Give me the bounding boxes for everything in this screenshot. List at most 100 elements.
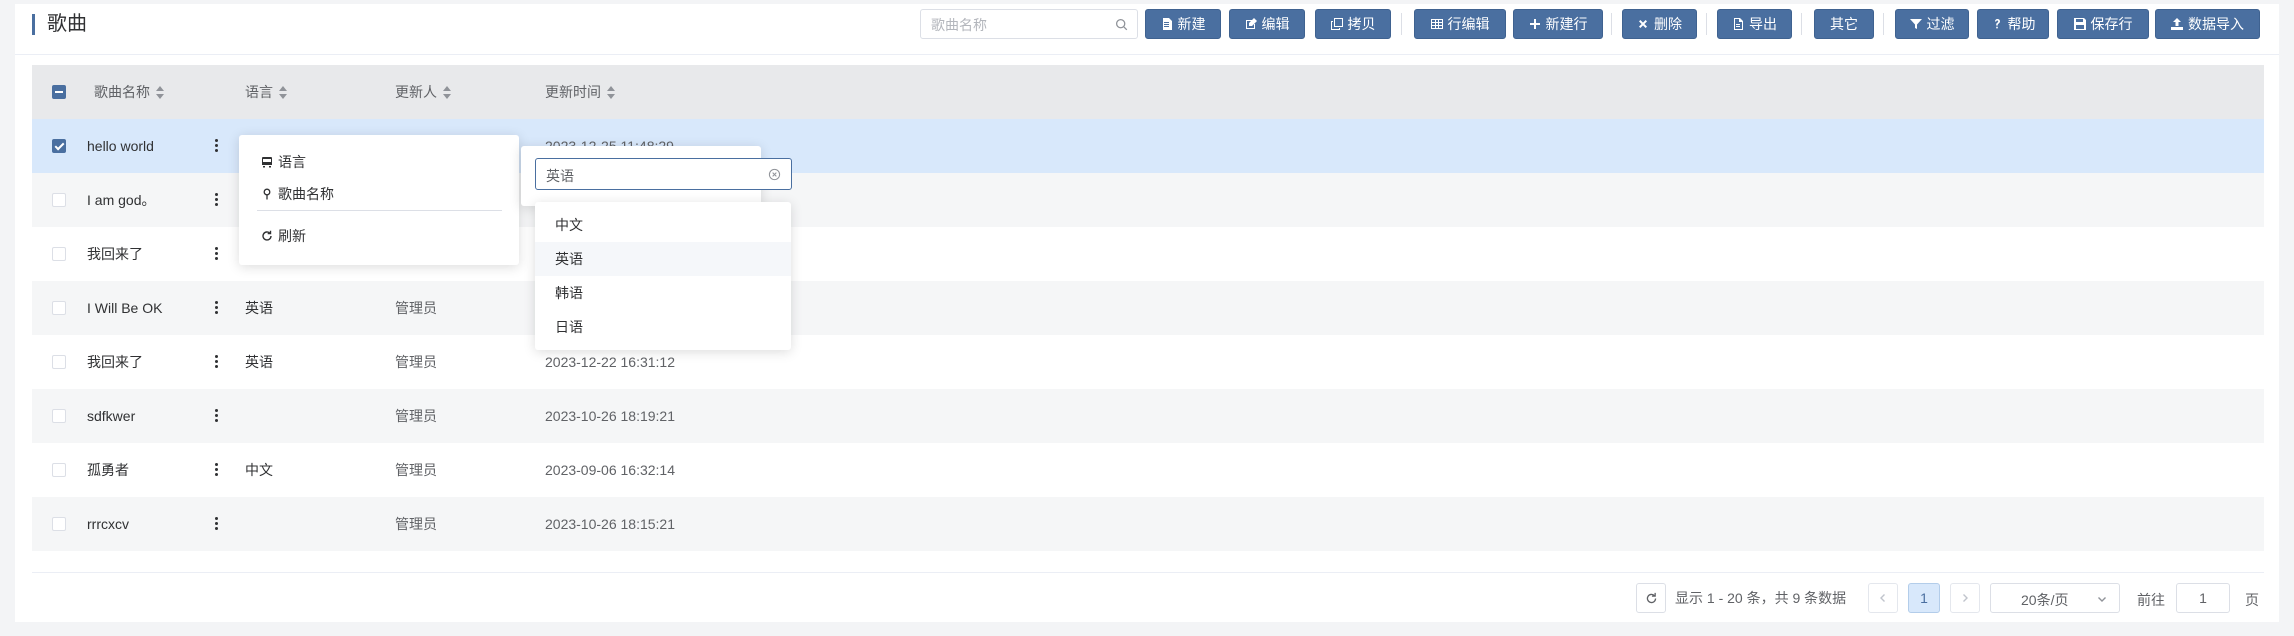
- prev-page-button[interactable]: [1868, 583, 1898, 613]
- row-checkbox[interactable]: [52, 139, 66, 153]
- table-row[interactable]: rrrcxcv 管理员 2023-10-26 18:15:21: [32, 497, 2264, 551]
- copy-icon: [1330, 18, 1343, 30]
- pagination-total: 显示 1 - 20 条，共 9 条数据: [1675, 590, 1847, 606]
- cell-song-name: 我回来了: [87, 354, 143, 370]
- language-option[interactable]: 韩语: [535, 276, 791, 310]
- context-menu-divider: [257, 210, 502, 211]
- context-menu-item-song-name[interactable]: 歌曲名称: [261, 184, 334, 204]
- row-menu-icon[interactable]: [215, 517, 219, 531]
- table-row[interactable]: 我回来了 英语 管理员 2023-12-22 16:31:12: [32, 335, 2264, 389]
- upload-icon: [2171, 18, 2183, 30]
- other-button-label: 其它: [1830, 16, 1858, 32]
- row-checkbox[interactable]: [52, 517, 66, 531]
- new-button[interactable]: 新建: [1145, 9, 1221, 39]
- language-select-input[interactable]: 英语: [535, 158, 792, 190]
- sort-icon[interactable]: [156, 85, 164, 99]
- row-checkbox[interactable]: [52, 463, 66, 477]
- page-size-select[interactable]: 20条/页: [1990, 583, 2120, 613]
- table-row[interactable]: sdfkwer 管理员 2023-10-26 18:19:21: [32, 389, 2264, 443]
- chevron-left-icon: [1880, 594, 1885, 602]
- sort-icon[interactable]: [279, 85, 287, 99]
- row-menu-icon[interactable]: [215, 409, 219, 423]
- cell-updated-time: 2023-10-26 18:19:21: [545, 408, 675, 424]
- row-menu-icon[interactable]: [215, 193, 219, 207]
- toolbar-divider: [1706, 13, 1707, 35]
- export-button[interactable]: 导出: [1717, 9, 1792, 39]
- import-button[interactable]: 数据导入: [2155, 9, 2260, 39]
- search-input[interactable]: [931, 16, 1111, 33]
- context-menu-label: 刷新: [278, 228, 306, 244]
- context-menu-item-refresh[interactable]: 刷新: [261, 226, 306, 246]
- cell-language: 英语: [245, 354, 273, 370]
- cell-song-name: 我回来了: [87, 246, 143, 262]
- row-checkbox[interactable]: [52, 355, 66, 369]
- new-row-button[interactable]: 新建行: [1513, 9, 1603, 39]
- edit-icon: [1245, 18, 1257, 29]
- cell-song-name: I am god。: [87, 192, 156, 208]
- language-option[interactable]: 日语: [535, 310, 791, 344]
- row-checkbox[interactable]: [52, 247, 66, 261]
- row-menu-icon[interactable]: [215, 301, 219, 315]
- goto-page-input[interactable]: 1: [2176, 583, 2230, 613]
- export-icon: [1734, 18, 1743, 30]
- toolbar-divider: [1801, 13, 1802, 35]
- row-menu-icon[interactable]: [215, 355, 219, 369]
- language-option[interactable]: 英语: [535, 242, 791, 276]
- context-menu-item-language[interactable]: 语言: [261, 152, 306, 172]
- column-label: 歌曲名称: [94, 84, 150, 100]
- save-row-button[interactable]: 保存行: [2057, 9, 2149, 39]
- plus-icon: [1529, 19, 1540, 29]
- row-checkbox[interactable]: [52, 409, 66, 423]
- row-checkbox[interactable]: [52, 301, 66, 315]
- other-button[interactable]: 其它: [1814, 9, 1874, 39]
- copy-button[interactable]: 拷贝: [1315, 9, 1391, 39]
- header-divider: [15, 54, 2279, 55]
- column-header-updated-time[interactable]: 更新时间: [545, 65, 615, 119]
- cell-updater: 管理员: [395, 408, 437, 424]
- table-bottom-border: [32, 572, 2264, 573]
- cell-song-name: rrrcxcv: [87, 516, 129, 532]
- question-icon: [1994, 19, 2000, 29]
- clear-icon[interactable]: [768, 168, 781, 181]
- import-button-label: 数据导入: [2188, 16, 2244, 32]
- filter-button[interactable]: 过滤: [1895, 9, 1969, 39]
- bus-icon: [262, 157, 272, 168]
- row-menu-icon[interactable]: [215, 247, 219, 261]
- help-button[interactable]: 帮助: [1977, 9, 2049, 39]
- title-accent-bar: [32, 14, 35, 35]
- delete-button-label: 删除: [1654, 16, 1682, 32]
- delete-button[interactable]: 删除: [1622, 9, 1697, 39]
- language-options-list: 中文 英语 韩语 日语: [535, 202, 791, 350]
- export-button-label: 导出: [1749, 16, 1777, 32]
- table-row[interactable]: I Will Be OK 英语 管理员: [32, 281, 2264, 335]
- page-number-current[interactable]: 1: [1908, 583, 1940, 613]
- toolbar-divider: [1883, 13, 1884, 35]
- column-header-language[interactable]: 语言: [245, 65, 287, 119]
- edit-button[interactable]: 编辑: [1229, 9, 1305, 39]
- row-checkbox[interactable]: [52, 193, 66, 207]
- column-header-updater[interactable]: 更新人: [395, 65, 451, 119]
- page-title: 歌曲: [47, 13, 87, 35]
- sort-icon[interactable]: [607, 85, 615, 99]
- column-label: 语言: [245, 84, 273, 100]
- toolbar-divider: [1401, 13, 1402, 35]
- table-row[interactable]: 孤勇者 中文 管理员 2023-09-06 16:32:14: [32, 443, 2264, 497]
- goto-label: 前往: [2137, 592, 2165, 608]
- row-menu-icon[interactable]: [215, 463, 219, 477]
- column-header-song-name[interactable]: 歌曲名称: [94, 65, 164, 119]
- search-icon[interactable]: [1115, 18, 1128, 31]
- row-edit-button[interactable]: 行编辑: [1414, 9, 1506, 39]
- cell-updated-time: 2023-10-26 18:15:21: [545, 516, 675, 532]
- language-option[interactable]: 中文: [535, 208, 791, 242]
- cell-updater: 管理员: [395, 300, 437, 316]
- select-all-checkbox[interactable]: [52, 85, 66, 99]
- search-box[interactable]: [920, 9, 1138, 39]
- cell-song-name: sdfkwer: [87, 408, 136, 424]
- map-pin-icon: [263, 188, 271, 200]
- toolbar-divider: [1611, 13, 1612, 35]
- row-menu-icon[interactable]: [215, 139, 219, 153]
- sort-icon[interactable]: [443, 85, 451, 99]
- refresh-button[interactable]: [1636, 583, 1666, 613]
- next-page-button[interactable]: [1950, 583, 1980, 613]
- cell-updater: 管理员: [395, 516, 437, 532]
